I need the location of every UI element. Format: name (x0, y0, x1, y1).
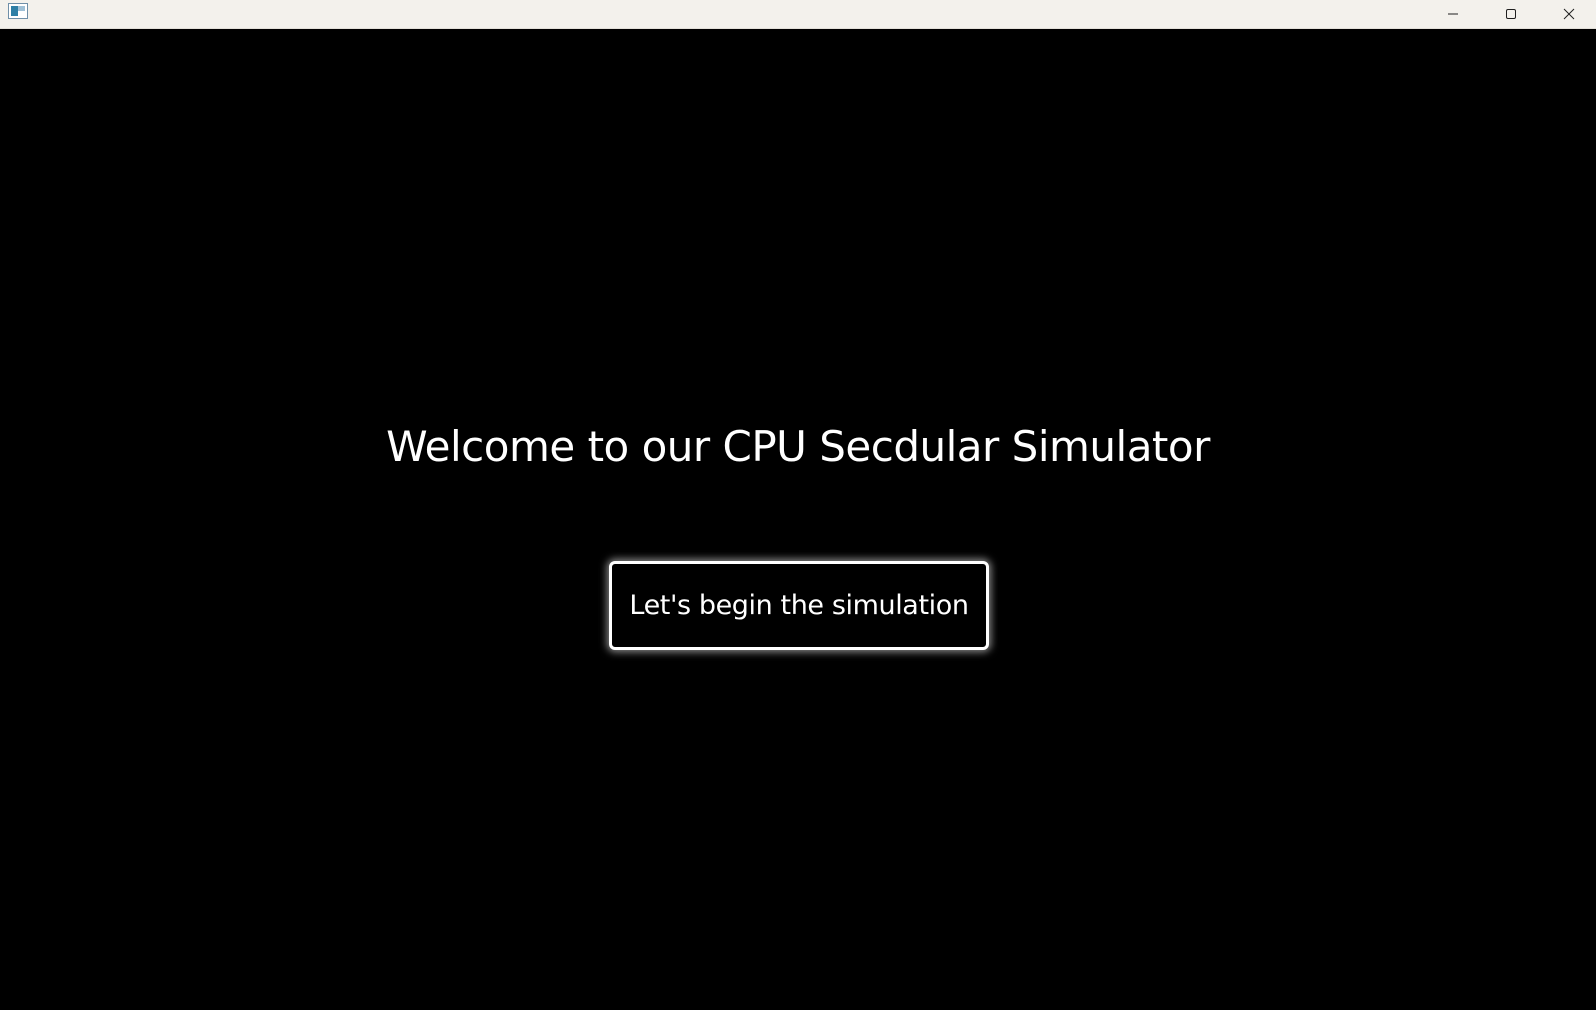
welcome-screen: Welcome to our CPU Secdular Simulator Le… (0, 29, 1596, 1010)
maximize-icon (1506, 9, 1516, 19)
close-icon (1563, 8, 1575, 20)
minimize-button[interactable] (1424, 0, 1482, 28)
minimize-icon (1448, 13, 1458, 15)
begin-simulation-button[interactable]: Let's begin the simulation (609, 561, 989, 650)
title-bar[interactable] (0, 0, 1596, 29)
app-window: Welcome to our CPU Secdular Simulator Le… (0, 0, 1596, 1010)
close-button[interactable] (1540, 0, 1596, 28)
maximize-button[interactable] (1482, 0, 1540, 28)
app-window-icon (8, 3, 28, 19)
welcome-heading: Welcome to our CPU Secdular Simulator (386, 422, 1210, 471)
